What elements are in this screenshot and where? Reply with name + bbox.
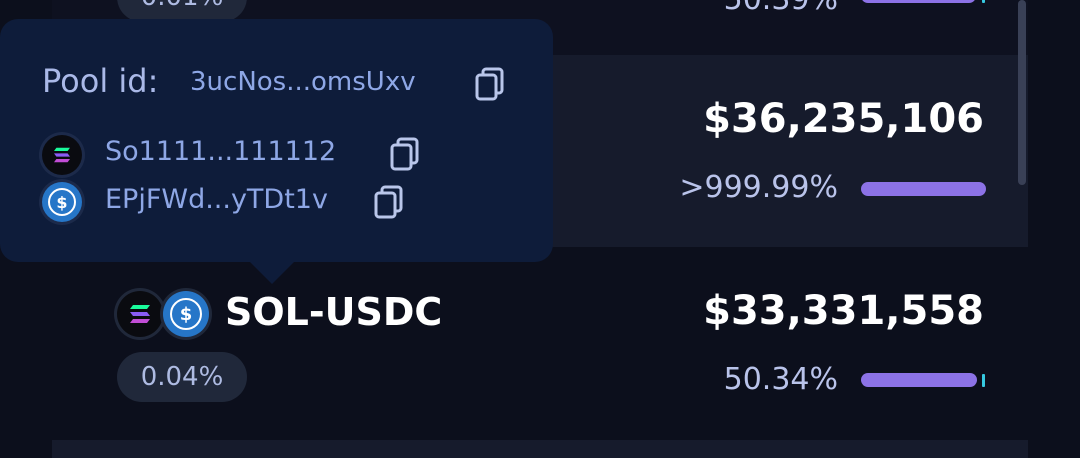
apr-bar-tick [982,0,985,3]
apr-value: >999.99% [679,170,838,205]
apr-bar-fill [861,182,986,196]
usdc-icon: $ [42,182,82,222]
solana-icon [117,291,163,337]
apr-bar [861,373,986,387]
solana-icon [42,135,82,175]
solana-logo [130,305,150,323]
pair-name[interactable]: SOL-USDC [225,290,442,334]
apr-bar [861,0,986,3]
fee-badge-label: 0.04% [140,362,224,392]
tvl-value: $33,331,558 [703,288,984,334]
pool-id-value: 3ucNos...omsUxv [190,67,416,97]
apr-bar-fill [861,0,976,3]
token-mint-address: EPjFWd...yTDt1v [105,184,328,215]
apr-value: 50.34% [723,362,838,397]
pool-id-label: Pool id: [42,62,159,100]
apr-bar-tick [982,374,985,387]
fee-badge-label: 0.01% [141,0,224,12]
copy-icon[interactable] [374,185,404,219]
pool-tooltip: Pool id: 3ucNos...omsUxv So1111...111112… [0,19,553,262]
tooltip-arrow [250,262,294,284]
tvl-value: $36,235,106 [703,96,984,142]
fee-badge: 0.04% [117,352,247,402]
apr-bar [861,182,986,196]
pool-row-next[interactable] [52,440,1028,458]
apr-value: 50.39% [724,0,838,17]
token-mint-address: So1111...111112 [105,136,337,167]
apr-bar-fill [861,373,977,387]
copy-icon[interactable] [390,137,420,171]
usdc-icon: $ [163,291,209,337]
scrollbar-thumb[interactable] [1018,0,1026,185]
copy-icon[interactable] [475,67,505,101]
solana-logo [54,147,70,163]
